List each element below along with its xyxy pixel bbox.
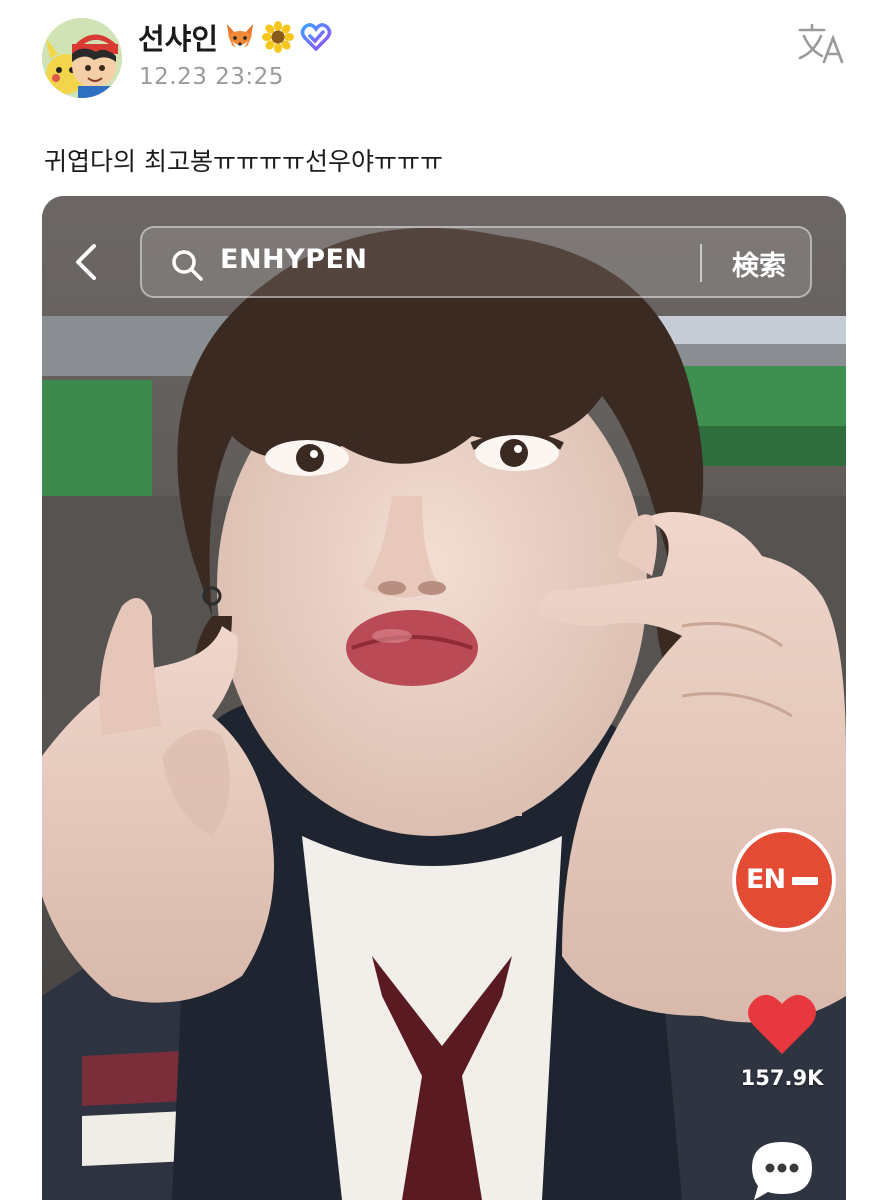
display-name-row: 선샤인 <box>138 16 332 58</box>
translate-icon <box>798 23 844 64</box>
sunflower-emoji-icon <box>262 21 295 53</box>
search-button[interactable]: 検索 <box>714 244 804 283</box>
heart-check-badge-icon <box>300 21 332 53</box>
channel-logo-text: EN <box>746 864 786 895</box>
comment-bubble-icon <box>752 1142 812 1200</box>
user-avatar[interactable] <box>42 18 122 98</box>
translate-button[interactable] <box>796 22 848 66</box>
post-text: 귀엽다의 최고봉ㅠㅠㅠㅠ선우야ㅠㅠㅠ <box>44 147 443 176</box>
chevron-left-icon <box>76 244 96 280</box>
display-name[interactable]: 선샤인 <box>138 16 218 58</box>
selfie-photo <box>42 196 846 1200</box>
channel-logo-dash <box>792 877 818 885</box>
search-divider <box>700 244 702 282</box>
channel-logo-button[interactable]: EN <box>732 828 836 932</box>
fox-emoji-icon <box>224 21 256 53</box>
search-icon <box>172 250 203 281</box>
like-button[interactable] <box>746 992 818 1058</box>
like-count: 157.9K <box>740 1066 824 1090</box>
heart-icon <box>748 994 816 1054</box>
post-timestamp: 12.23 23:25 <box>139 64 284 90</box>
post-media-image[interactable]: ENHYPEN 検索 EN 157.9K <box>42 196 846 1200</box>
search-input[interactable]: ENHYPEN <box>220 244 368 275</box>
back-button[interactable] <box>68 240 108 284</box>
comment-button[interactable] <box>748 1138 816 1200</box>
search-bar[interactable]: ENHYPEN 検索 <box>140 226 812 298</box>
